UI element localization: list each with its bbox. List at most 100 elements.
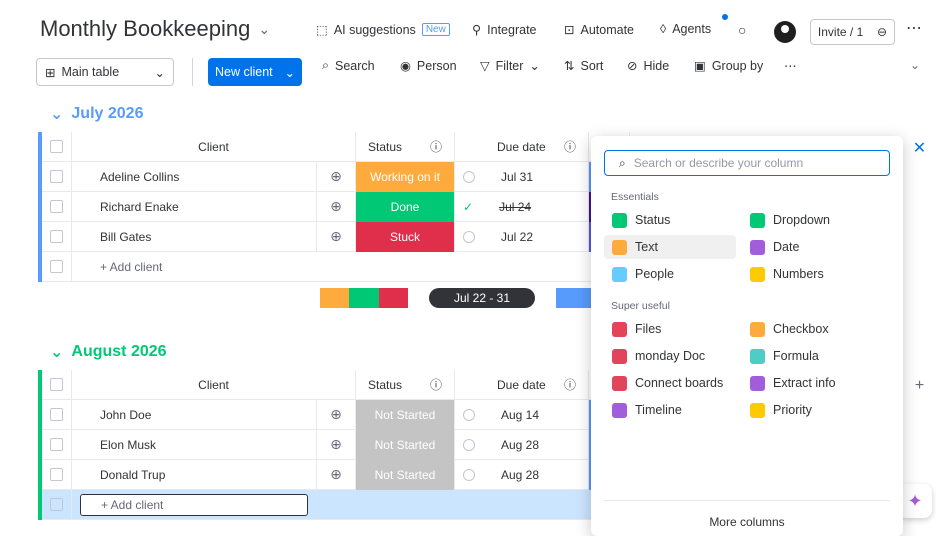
status-cell[interactable]: Not Started: [356, 399, 455, 430]
column-type-formula[interactable]: Formula: [742, 344, 874, 368]
column-type-connect-boards[interactable]: Connect boards: [604, 371, 736, 395]
client-name[interactable]: Adeline Collins: [72, 161, 317, 192]
client-name[interactable]: Bill Gates: [72, 221, 317, 252]
checkbox[interactable]: [50, 140, 63, 153]
due-date-cell[interactable]: Aug 28: [455, 459, 589, 490]
column-due-date[interactable]: Due date ⓘ: [455, 369, 589, 400]
select-all-checkbox[interactable]: [42, 369, 72, 400]
column-type-files[interactable]: Files: [604, 317, 736, 341]
column-type-status[interactable]: Status: [604, 208, 736, 232]
due-date-cell[interactable]: ✓ Jul 24: [455, 191, 589, 222]
status-cell[interactable]: Working on it: [356, 161, 455, 192]
hide-button[interactable]: ⊘ Hide: [627, 58, 669, 74]
column-type-priority[interactable]: Priority: [742, 398, 874, 422]
automate-button[interactable]: ⊡ Automate: [564, 22, 634, 38]
info-icon[interactable]: ⓘ: [564, 138, 576, 155]
search-button[interactable]: ⌕ Search: [322, 58, 375, 73]
add-column-icon[interactable]: +: [903, 374, 936, 398]
row-checkbox[interactable]: [42, 429, 72, 460]
add-update-icon[interactable]: ⊕: [317, 161, 356, 192]
agents-button[interactable]: ◊ Agents: [660, 22, 711, 36]
more-icon[interactable]: ⋯: [784, 58, 797, 73]
add-client-input[interactable]: + Add client: [72, 252, 624, 282]
invite-button[interactable]: Invite / 1 ⊖: [810, 19, 895, 45]
info-icon[interactable]: ⓘ: [430, 138, 442, 155]
new-client-button[interactable]: New client ⌄: [208, 58, 302, 86]
chevron-down-icon[interactable]: ⌄: [258, 21, 270, 38]
add-update-icon[interactable]: ⊕: [317, 399, 356, 430]
filter-button[interactable]: ▽ Filter ⌄: [480, 58, 540, 74]
checkbox[interactable]: [50, 468, 63, 481]
ai-icon: ⬚: [316, 23, 328, 37]
group-title[interactable]: ⌄ July 2026: [50, 104, 143, 124]
status-cell[interactable]: Stuck: [356, 221, 455, 252]
select-all-checkbox[interactable]: [42, 131, 72, 162]
close-icon[interactable]: ✕: [903, 136, 936, 160]
column-status[interactable]: Status ⓘ: [356, 131, 455, 162]
row-checkbox[interactable]: [42, 459, 72, 490]
column-type-dropdown[interactable]: Dropdown: [742, 208, 874, 232]
column-client[interactable]: Client: [72, 369, 356, 400]
column-search-input[interactable]: ⌕ Search or describe your column: [604, 150, 890, 176]
client-name[interactable]: Richard Enake: [72, 191, 317, 222]
chevron-down-icon[interactable]: ⌄: [50, 342, 63, 362]
due-date-cell[interactable]: Aug 14: [455, 399, 589, 430]
ai-suggestions-button[interactable]: ⬚ AI suggestions New: [316, 22, 450, 37]
integrate-button[interactable]: ⚲ Integrate: [472, 22, 537, 38]
row-checkbox[interactable]: [42, 221, 72, 252]
checkbox[interactable]: [50, 408, 63, 421]
status-cell[interactable]: Not Started: [356, 459, 455, 490]
more-columns-button[interactable]: More columns: [604, 500, 890, 529]
checkbox[interactable]: [50, 170, 63, 183]
client-name[interactable]: Donald Trup: [72, 459, 317, 490]
add-client-input[interactable]: + Add client: [72, 490, 624, 520]
more-icon[interactable]: ⋯: [906, 18, 922, 38]
add-row: + Add client: [42, 489, 630, 520]
column-client[interactable]: Client: [72, 131, 356, 162]
checkbox[interactable]: [50, 200, 63, 213]
info-icon[interactable]: ⓘ: [564, 376, 576, 393]
column-due-date[interactable]: Due date ⓘ: [455, 131, 589, 162]
main-table-select[interactable]: ⊞ Main table ⌄: [36, 58, 174, 86]
column-type-checkbox[interactable]: Checkbox: [742, 317, 874, 341]
column-type-date[interactable]: Date: [742, 235, 874, 259]
avatar[interactable]: [774, 21, 796, 43]
board-title[interactable]: Monthly Bookkeeping ⌄: [40, 16, 270, 42]
column-status[interactable]: Status ⓘ: [356, 369, 455, 400]
updates-icon[interactable]: ○: [738, 22, 746, 38]
column-type-numbers[interactable]: Numbers: [742, 262, 874, 286]
checkbox[interactable]: [50, 438, 63, 451]
column-type-timeline[interactable]: Timeline: [604, 398, 736, 422]
due-date-cell[interactable]: Jul 31: [455, 161, 589, 192]
search-icon: ⌕: [322, 58, 330, 72]
chevron-down-icon[interactable]: ⌄: [285, 65, 295, 80]
checkbox[interactable]: [50, 378, 63, 391]
status-cell[interactable]: Done: [356, 191, 455, 222]
info-icon[interactable]: ⓘ: [430, 376, 442, 393]
ai-sparkle-icon[interactable]: ✦: [898, 484, 932, 518]
collapse-icon[interactable]: ⌄: [910, 58, 920, 72]
row-checkbox[interactable]: [42, 399, 72, 430]
chevron-down-icon[interactable]: ⌄: [50, 104, 63, 124]
row-checkbox[interactable]: [42, 161, 72, 192]
due-date-cell[interactable]: Aug 28: [455, 429, 589, 460]
client-name[interactable]: Elon Musk: [72, 429, 317, 460]
column-type-monday-doc[interactable]: monday Doc: [604, 344, 736, 368]
group-by-button[interactable]: ▣ Group by: [694, 58, 763, 74]
column-type-text[interactable]: Text: [604, 235, 736, 259]
column-type-extract-info[interactable]: Extract info: [742, 371, 874, 395]
due-date-cell[interactable]: Jul 22: [455, 221, 589, 252]
link-icon[interactable]: ⊖: [877, 25, 887, 39]
checkbox[interactable]: [50, 230, 63, 243]
add-update-icon[interactable]: ⊕: [317, 459, 356, 490]
status-cell[interactable]: Not Started: [356, 429, 455, 460]
add-update-icon[interactable]: ⊕: [317, 191, 356, 222]
row-checkbox[interactable]: [42, 191, 72, 222]
person-button[interactable]: ◉ Person: [400, 58, 457, 74]
sort-button[interactable]: ⇅ Sort: [564, 58, 603, 74]
column-type-people[interactable]: People: [604, 262, 736, 286]
client-name[interactable]: John Doe: [72, 399, 317, 430]
add-update-icon[interactable]: ⊕: [317, 429, 356, 460]
add-update-icon[interactable]: ⊕: [317, 221, 356, 252]
group-title[interactable]: ⌄ August 2026: [50, 342, 167, 362]
